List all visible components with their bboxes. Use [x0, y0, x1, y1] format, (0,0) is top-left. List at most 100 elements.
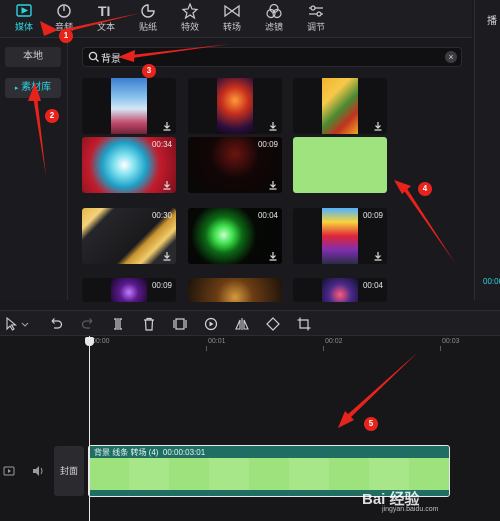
sidebar-item-library[interactable]: ▸ 素材库 — [5, 78, 61, 98]
material-duration: 00:30 — [151, 211, 172, 220]
play-reverse-icon[interactable] — [203, 316, 219, 332]
tab-sticker[interactable]: 贴纸 — [128, 2, 168, 36]
tab-label: 转场 — [222, 22, 241, 32]
annotation-badge: 4 — [418, 182, 432, 196]
download-icon[interactable] — [268, 180, 278, 190]
material-thumbnail — [322, 78, 358, 134]
effects-icon — [180, 2, 200, 20]
material-tile[interactable]: 00:30 — [82, 208, 176, 264]
clip-header: 背景 线条 转场 (4) 00:00:03:01 — [89, 446, 449, 458]
tab-adjust[interactable]: 调节 — [296, 2, 336, 36]
split-icon[interactable] — [110, 316, 126, 332]
playhead[interactable] — [89, 336, 90, 521]
delete-icon[interactable] — [141, 316, 157, 332]
material-tile[interactable] — [188, 278, 282, 302]
watermark: Bai 经验 jingyan.baidu.com — [362, 488, 438, 513]
material-duration: 00:04 — [257, 211, 278, 220]
tab-text[interactable]: TI 文本 — [86, 2, 126, 36]
tab-media[interactable]: 媒体 — [4, 2, 44, 36]
redo-icon[interactable] — [80, 316, 96, 332]
material-tile[interactable]: 00:09 — [188, 137, 282, 193]
undo-icon[interactable] — [48, 316, 64, 332]
material-tile[interactable]: 00:04 — [293, 278, 387, 302]
tab-effects[interactable]: 特效 — [170, 2, 210, 36]
material-tile[interactable] — [293, 137, 387, 193]
ruler-tick-label: 00:03 — [442, 338, 460, 345]
material-tile[interactable] — [188, 78, 282, 134]
download-icon[interactable] — [268, 121, 278, 131]
filter-icon — [264, 3, 284, 19]
material-thumbnail — [188, 278, 282, 302]
annotation-arrow — [403, 187, 455, 263]
player-heading: 播 — [487, 16, 497, 27]
video-track-icon[interactable] — [3, 446, 15, 496]
material-thumbnail — [322, 278, 358, 302]
audio-icon — [54, 3, 74, 19]
search-input[interactable] — [101, 50, 431, 65]
rotate-icon[interactable] — [265, 316, 281, 332]
material-duration: 00:09 — [151, 281, 172, 290]
clear-search-button[interactable]: × — [445, 51, 457, 63]
player-timecode: 00:00 — [483, 277, 500, 286]
material-tile[interactable]: 00:09 — [293, 208, 387, 264]
annotation-badge: 1 — [59, 29, 73, 43]
caret-right-icon: ▸ — [14, 85, 19, 92]
tab-label: 特效 — [180, 22, 199, 32]
media-icon — [14, 3, 34, 19]
ruler-tick-label: 00:02 — [325, 338, 343, 345]
material-duration: 00:09 — [362, 211, 383, 220]
ruler-tick — [323, 346, 324, 351]
download-icon[interactable] — [373, 251, 383, 261]
mute-audio-icon[interactable] — [32, 446, 44, 496]
text-icon: TI — [96, 3, 116, 19]
material-thumbnail — [111, 278, 147, 302]
clip-title: 背景 线条 转场 (4) 00:00:03:01 — [94, 448, 206, 457]
sidebar-item-label: 本地 — [23, 51, 43, 62]
material-thumbnail — [111, 78, 147, 134]
search-bar: × — [82, 47, 462, 67]
chevron-down-icon[interactable] — [20, 316, 30, 332]
watermark-subtext: jingyan.baidu.com — [382, 506, 439, 513]
search-icon — [88, 51, 100, 63]
material-tile[interactable] — [82, 78, 176, 134]
mirror-icon[interactable] — [234, 316, 250, 332]
download-icon[interactable] — [162, 251, 172, 261]
freeze-frame-icon[interactable] — [172, 316, 188, 332]
download-icon[interactable] — [373, 121, 383, 131]
tab-label: 贴纸 — [138, 22, 157, 32]
player-panel: 播 00:00 — [474, 0, 500, 300]
material-tile[interactable]: 00:09 — [82, 278, 176, 302]
media-sidebar: 本地 ▸ 素材库 — [0, 38, 68, 300]
material-tile[interactable] — [293, 78, 387, 134]
playhead-handle[interactable] — [85, 337, 94, 346]
ruler-tick — [440, 346, 441, 351]
select-cursor-icon[interactable] — [4, 316, 20, 332]
cover-button[interactable]: 封面 — [54, 446, 84, 496]
ruler-tick-label: 00:01 — [208, 338, 226, 345]
annotation-arrowhead — [394, 180, 411, 194]
sidebar-item-local[interactable]: 本地 — [5, 47, 61, 67]
adjust-icon — [306, 3, 326, 19]
tab-label: 滤镜 — [264, 22, 283, 32]
tab-label: 调节 — [306, 22, 325, 32]
tab-transition[interactable]: 转场 — [212, 2, 252, 36]
material-thumbnail — [293, 137, 387, 193]
annotation-badge: 2 — [45, 109, 59, 123]
annotation-badge: 3 — [142, 64, 156, 78]
svg-text:TI: TI — [98, 3, 110, 19]
download-icon[interactable] — [162, 121, 172, 131]
crop-icon[interactable] — [296, 316, 312, 332]
material-duration: 00:34 — [151, 140, 172, 149]
timeline-toolbar — [0, 310, 500, 336]
material-thumbnail — [217, 78, 253, 134]
material-tile[interactable]: 00:04 — [188, 208, 282, 264]
download-icon[interactable] — [268, 251, 278, 261]
material-tile[interactable]: 00:34 — [82, 137, 176, 193]
transition-icon — [222, 3, 242, 19]
annotation-badge: 5 — [364, 417, 378, 431]
tab-label: 媒体 — [14, 22, 33, 32]
ruler-tick — [206, 346, 207, 351]
sidebar-item-label: 素材库 — [21, 82, 52, 93]
download-icon[interactable] — [162, 180, 172, 190]
tab-filter[interactable]: 滤镜 — [254, 2, 294, 36]
